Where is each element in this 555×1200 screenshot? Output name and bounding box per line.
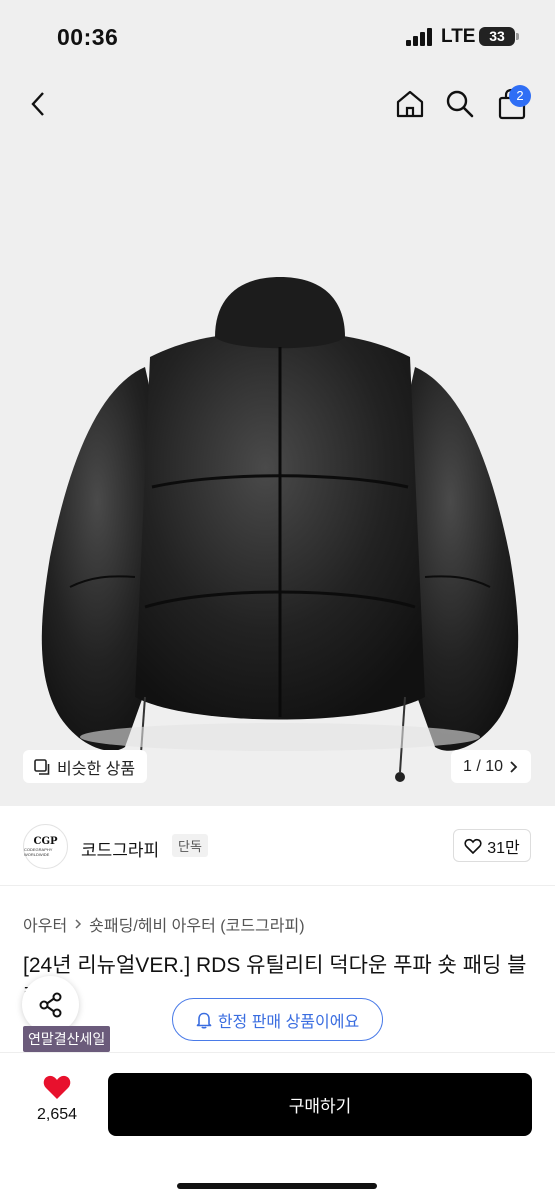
brand-logo-subtext: CODEGRAPHY WORLDWIDE bbox=[24, 846, 53, 857]
breadcrumb-item[interactable]: 숏패딩/헤비 아우터 (코드그라피) bbox=[89, 912, 304, 936]
share-icon bbox=[39, 992, 61, 1017]
cart-count-badge: 2 bbox=[509, 85, 531, 107]
chevron-right-icon bbox=[510, 760, 518, 773]
product-image bbox=[41, 277, 519, 782]
bottom-action-bar: 2,654 구매하기 bbox=[0, 1052, 555, 1200]
product-image-gallery[interactable]: 비슷한 상품 1 / 10 bbox=[0, 72, 555, 806]
brand-name[interactable]: 코드그라피 bbox=[81, 836, 159, 861]
battery-icon: 33 bbox=[479, 27, 515, 46]
status-bar: 00:36 LTE 33 bbox=[0, 0, 555, 72]
page-indicator-text: 1 / 10 bbox=[462, 757, 504, 775]
search-button[interactable] bbox=[440, 84, 480, 124]
copy-icon bbox=[34, 758, 50, 775]
similar-products-label: 비슷한 상품 bbox=[57, 760, 136, 778]
heart-filled-icon bbox=[43, 1075, 71, 1099]
top-navigation bbox=[0, 72, 555, 136]
brand-logo[interactable]: CGP CODEGRAPHY WORLDWIDE bbox=[23, 824, 68, 869]
sale-tag: 연말결산세일 bbox=[23, 1026, 111, 1052]
share-button[interactable] bbox=[22, 976, 79, 1033]
similar-products-button[interactable]: 비슷한 상품 bbox=[23, 750, 148, 783]
brand-like-count: 31만 bbox=[487, 839, 520, 857]
limited-sale-notice[interactable]: 한정 판매 상품이에요 bbox=[172, 998, 383, 1041]
brand-row: CGP CODEGRAPHY WORLDWIDE 코드그라피 단독 31만 bbox=[0, 806, 555, 886]
cellular-signal-icon bbox=[406, 28, 432, 46]
home-button[interactable] bbox=[390, 84, 430, 124]
network-type: LTE bbox=[441, 26, 476, 47]
status-time: 00:36 bbox=[57, 24, 119, 50]
heart-outline-icon bbox=[464, 838, 482, 854]
bell-icon bbox=[196, 1012, 212, 1029]
brand-logo-text: CGP bbox=[33, 835, 58, 847]
chevron-right-icon bbox=[75, 919, 82, 929]
home-indicator bbox=[177, 1183, 377, 1189]
limited-sale-label: 한정 판매 상품이에요 bbox=[217, 1013, 360, 1031]
back-button[interactable] bbox=[20, 84, 60, 124]
exclusive-badge: 단독 bbox=[172, 834, 208, 857]
image-page-indicator[interactable]: 1 / 10 bbox=[451, 750, 531, 783]
brand-like-button[interactable]: 31만 bbox=[453, 829, 531, 862]
back-arrow-icon bbox=[31, 92, 44, 116]
wishlist-button[interactable]: 2,654 bbox=[28, 1073, 86, 1124]
wishlist-count: 2,654 bbox=[36, 1106, 78, 1123]
search-icon bbox=[446, 90, 474, 118]
breadcrumb: 아우터 숏패딩/헤비 아우터 (코드그라피) bbox=[23, 912, 305, 936]
home-icon bbox=[396, 90, 424, 118]
buy-button[interactable]: 구매하기 bbox=[108, 1073, 532, 1136]
breadcrumb-item[interactable]: 아우터 bbox=[23, 912, 67, 936]
battery-tip bbox=[516, 33, 519, 40]
